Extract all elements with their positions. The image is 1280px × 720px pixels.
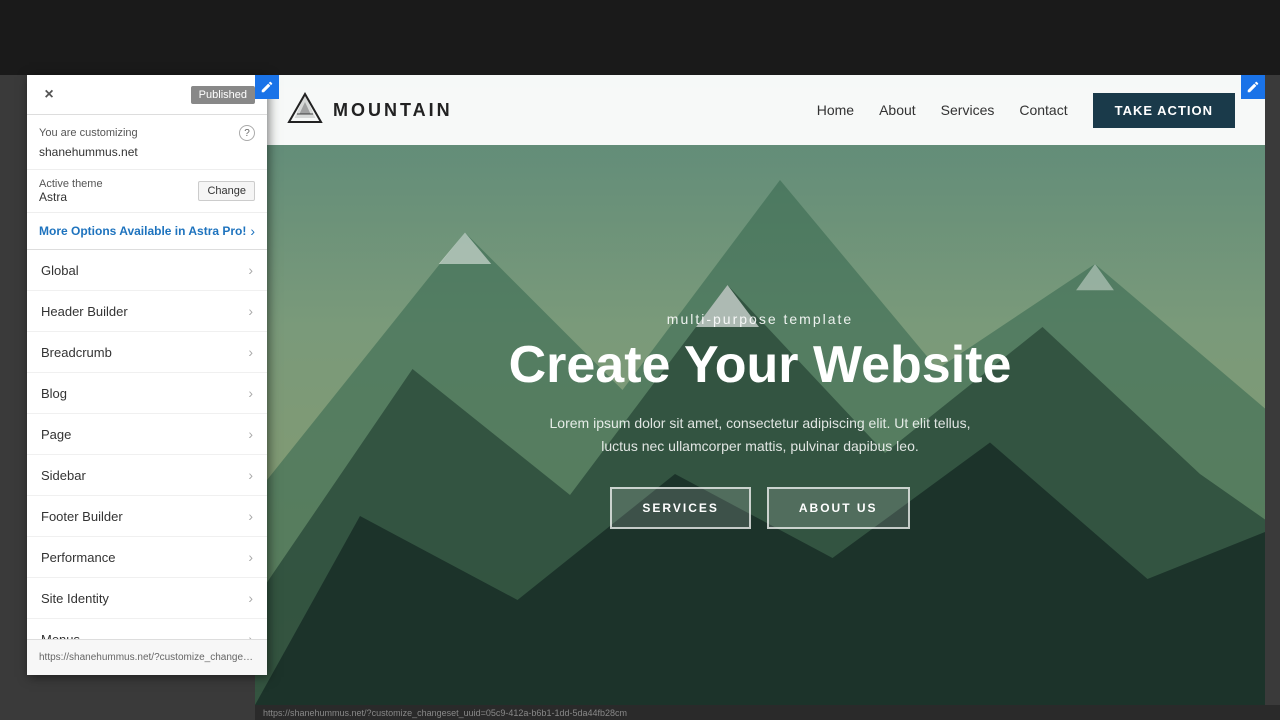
menu-item-footer-builder[interactable]: Footer Builder › <box>27 496 267 537</box>
menu-item-label: Breadcrumb <box>41 345 112 360</box>
logo-icon <box>285 90 325 130</box>
bottom-bar: https://shanehummus.net/?customize_chang… <box>255 705 1280 720</box>
menu-chevron-icon: › <box>248 508 253 524</box>
site-url: shanehummus.net <box>39 145 255 159</box>
menu-item-label: Blog <box>41 386 67 401</box>
edit-top-left-btn[interactable] <box>255 75 279 99</box>
menu-chevron-icon: › <box>248 303 253 319</box>
customizer-menu: Global › Header Builder › Breadcrumb › B… <box>27 250 267 639</box>
hero-section: MOUNTAIN Home About Services Contact TAK… <box>255 75 1265 705</box>
nav-home[interactable]: Home <box>817 102 854 118</box>
menu-item-label: Site Identity <box>41 591 109 606</box>
customizer-footer: https://shanehummus.net/?customize_chang… <box>27 639 267 675</box>
nav-about[interactable]: About <box>879 102 916 118</box>
menu-chevron-icon: › <box>248 467 253 483</box>
menu-item-label: Menus <box>41 632 80 640</box>
hero-content: multi-purpose template Create Your Websi… <box>509 251 1012 529</box>
hero-services-button[interactable]: SERVICES <box>610 487 750 529</box>
hero-buttons: SERVICES ABOUT US <box>509 487 1012 529</box>
nav-cta-button[interactable]: TAKE ACTION <box>1093 93 1235 128</box>
bottom-url-text: https://shanehummus.net/?customize_chang… <box>263 708 627 718</box>
hero-subtitle: multi-purpose template <box>509 311 1012 327</box>
edit-top-right-btn[interactable] <box>1241 75 1265 99</box>
menu-chevron-icon: › <box>248 549 253 565</box>
menu-item-performance[interactable]: Performance › <box>27 537 267 578</box>
site-header: MOUNTAIN Home About Services Contact TAK… <box>255 75 1265 145</box>
customizer-topbar <box>0 0 1280 75</box>
customizing-label: You are customizing <box>39 127 138 139</box>
hero-about-button[interactable]: ABOUT US <box>767 487 910 529</box>
menu-chevron-icon: › <box>248 590 253 606</box>
menu-item-header-builder[interactable]: Header Builder › <box>27 291 267 332</box>
menu-item-label: Header Builder <box>41 304 128 319</box>
menu-item-label: Page <box>41 427 71 442</box>
menu-chevron-icon: › <box>248 631 253 639</box>
menu-item-label: Performance <box>41 550 115 565</box>
cta-wrapper: TAKE ACTION <box>1093 93 1235 128</box>
menu-chevron-icon: › <box>248 426 253 442</box>
menu-item-sidebar[interactable]: Sidebar › <box>27 455 267 496</box>
menu-chevron-icon: › <box>248 262 253 278</box>
published-badge: Published <box>191 86 255 104</box>
theme-row: Active theme Astra Change <box>27 170 267 213</box>
logo-text: MOUNTAIN <box>333 100 453 121</box>
change-theme-button[interactable]: Change <box>198 181 255 201</box>
menu-chevron-icon: › <box>248 385 253 401</box>
footer-url: https://shanehummus.net/?customize_chang… <box>39 652 255 663</box>
nav-contact[interactable]: Contact <box>1019 102 1067 118</box>
customizer-header: × Published <box>27 75 267 115</box>
close-button[interactable]: × <box>39 85 59 105</box>
preview-area: MOUNTAIN Home About Services Contact TAK… <box>255 75 1265 705</box>
menu-item-label: Sidebar <box>41 468 86 483</box>
site-nav: Home About Services Contact TAKE ACTION <box>817 93 1235 128</box>
astra-pro-chevron: › <box>250 223 255 239</box>
theme-label: Active theme <box>39 178 103 190</box>
menu-item-global[interactable]: Global › <box>27 250 267 291</box>
customizer-info: You are customizing ? shanehummus.net <box>27 115 267 170</box>
menu-chevron-icon: › <box>248 344 253 360</box>
help-icon[interactable]: ? <box>239 125 255 141</box>
hero-title: Create Your Website <box>509 337 1012 394</box>
hero-description: Lorem ipsum dolor sit amet, consectetur … <box>535 412 985 457</box>
menu-item-breadcrumb[interactable]: Breadcrumb › <box>27 332 267 373</box>
menu-item-label: Footer Builder <box>41 509 123 524</box>
site-logo: MOUNTAIN <box>285 90 453 130</box>
astra-pro-banner[interactable]: More Options Available in Astra Pro! › <box>27 213 267 250</box>
nav-services[interactable]: Services <box>941 102 995 118</box>
menu-item-label: Global <box>41 263 79 278</box>
customizer-panel: × Published You are customizing ? shaneh… <box>27 75 267 675</box>
theme-name: Astra <box>39 190 103 204</box>
astra-pro-text: More Options Available in Astra Pro! <box>39 224 246 238</box>
menu-item-blog[interactable]: Blog › <box>27 373 267 414</box>
menu-item-menus[interactable]: Menus › <box>27 619 267 639</box>
menu-item-page[interactable]: Page › <box>27 414 267 455</box>
menu-item-site-identity[interactable]: Site Identity › <box>27 578 267 619</box>
